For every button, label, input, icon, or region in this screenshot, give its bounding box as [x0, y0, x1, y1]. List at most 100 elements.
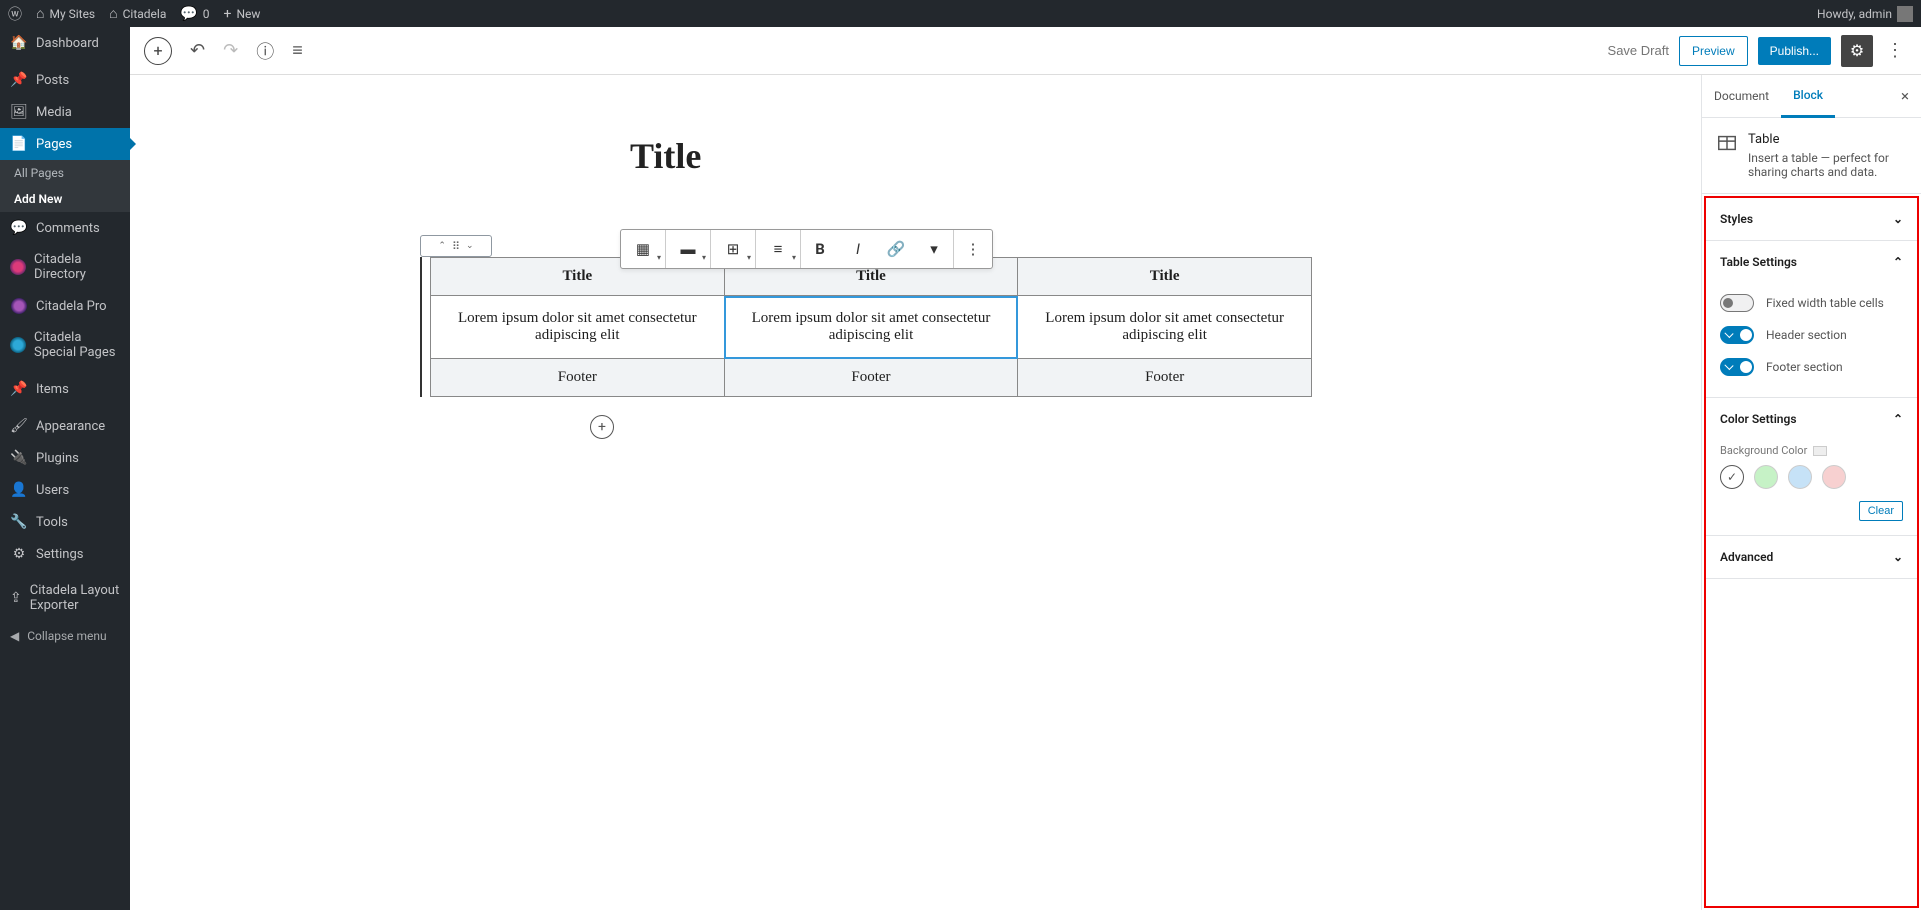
sidebar-item-comments[interactable]: 💬Comments — [0, 212, 130, 244]
new-link[interactable]: +New — [224, 6, 261, 22]
sidebar-item-tools[interactable]: 🔧Tools — [0, 506, 130, 538]
close-icon: × — [1901, 87, 1909, 105]
sidebar-item-settings[interactable]: ⚙Settings — [0, 538, 130, 570]
edit-table-button[interactable]: ⊞▾ — [711, 230, 755, 268]
clear-color-button[interactable]: Clear — [1859, 501, 1903, 521]
settings-tabs: Document Block × — [1702, 75, 1921, 118]
table-footer-cell[interactable]: Footer — [1018, 359, 1312, 397]
tab-block[interactable]: Block — [1781, 75, 1835, 118]
block-mover-toolbar[interactable]: ⌃ ⠿ ⌄ — [420, 235, 492, 257]
table-settings-section-header[interactable]: Table Settings⌃ — [1706, 241, 1917, 283]
italic-button[interactable]: I — [839, 230, 877, 268]
align-button[interactable]: ▬▾ — [666, 230, 710, 268]
save-draft-button[interactable]: Save Draft — [1608, 43, 1669, 58]
publish-button[interactable]: Publish... — [1758, 37, 1831, 65]
table-cell[interactable]: Lorem ipsum dolor sit amet consectetur a… — [431, 296, 725, 359]
outline-button[interactable]: ≡ — [292, 40, 303, 61]
admin-sidebar: 🏠Dashboard 📌Posts 🖼Media 📄Pages All Page… — [0, 27, 130, 910]
footer-section-toggle[interactable] — [1720, 358, 1754, 376]
sidebar-item-plugins[interactable]: 🔌Plugins — [0, 442, 130, 474]
wordpress-icon: ⓦ — [8, 4, 22, 24]
redo-button[interactable]: ↷ — [223, 40, 238, 61]
users-icon: 👤 — [10, 482, 28, 498]
sidebar-item-users[interactable]: 👤Users — [0, 474, 130, 506]
collapse-menu[interactable]: ◀Collapse menu — [0, 621, 130, 651]
sidebar-item-media[interactable]: 🖼Media — [0, 96, 130, 128]
editor-canvas[interactable]: Title ⌃ ⠿ ⌄ ▦▾ ▬▾ — [130, 75, 1701, 910]
advanced-section-header[interactable]: Advanced⌄ — [1706, 536, 1917, 578]
header-section-toggle[interactable] — [1720, 326, 1754, 344]
export-icon: ⇪ — [10, 590, 22, 606]
color-swatch-blue[interactable] — [1788, 465, 1812, 489]
sidebar-item-citadela-layout[interactable]: ⇪ Citadela Layout Exporter — [0, 575, 130, 621]
table-header-cell[interactable]: Title — [1018, 258, 1312, 296]
section-title: Table Settings — [1720, 255, 1797, 269]
sidebar-item-citadela-special[interactable]: Citadela Special Pages — [0, 322, 130, 368]
table-cell[interactable]: Lorem ipsum dolor sit amet consectetur a… — [1018, 296, 1312, 359]
more-rich-text-button[interactable]: ▾ — [915, 230, 953, 268]
sub-all-pages[interactable]: All Pages — [0, 160, 130, 186]
fixed-width-toggle[interactable] — [1720, 294, 1754, 312]
color-swatch-green[interactable] — [1754, 465, 1778, 489]
pages-submenu: All Pages Add New — [0, 160, 130, 212]
sidebar-item-appearance[interactable]: 🖌Appearance — [0, 410, 130, 442]
add-block-button[interactable]: + — [144, 37, 172, 65]
link-button[interactable]: 🔗 — [877, 230, 915, 268]
sidebar-item-citadela-pro[interactable]: Citadela Pro — [0, 290, 130, 322]
page-title[interactable]: Title — [630, 135, 1312, 177]
chevron-down-icon: ⌄ — [466, 241, 474, 251]
table-cell[interactable]: Lorem ipsum dolor sit amet consectetur a… — [724, 296, 1018, 359]
plus-icon: + — [598, 419, 606, 435]
my-sites-link[interactable]: ⌂My Sites — [36, 5, 95, 22]
bold-button[interactable]: B — [801, 230, 839, 268]
howdy-label: Howdy, admin — [1817, 7, 1892, 21]
comments-link[interactable]: 💬0 — [180, 6, 209, 22]
sidebar-item-posts[interactable]: 📌Posts — [0, 64, 130, 96]
tab-document[interactable]: Document — [1702, 76, 1781, 116]
sub-add-new[interactable]: Add New — [0, 186, 130, 212]
collapse-label: Collapse menu — [27, 629, 106, 643]
wrench-icon: 🔧 — [10, 514, 28, 530]
settings-button[interactable]: ⚙ — [1841, 35, 1873, 67]
site-name-link[interactable]: ⌂Citadela — [109, 5, 166, 22]
drag-handle-icon: ⠿ — [452, 240, 460, 253]
sidebar-item-items[interactable]: 📌Items — [0, 373, 130, 405]
sidebar-label: Items — [36, 382, 69, 397]
account-link[interactable]: Howdy, admin — [1817, 6, 1913, 22]
sidebar-item-dashboard[interactable]: 🏠Dashboard — [0, 27, 130, 59]
highlighted-settings: Styles⌄ Table Settings⌃ Fixed width tabl… — [1704, 196, 1919, 908]
avatar — [1897, 6, 1913, 22]
italic-icon: I — [856, 240, 860, 258]
info-button[interactable]: ⓘ — [256, 38, 274, 64]
sidebar-label: Appearance — [36, 419, 105, 434]
sidebar-label: Plugins — [36, 451, 79, 466]
content-table[interactable]: Title Title Title Lorem ipsum dolor sit … — [430, 257, 1312, 397]
add-block-below-button[interactable]: + — [590, 415, 614, 439]
change-block-type-button[interactable]: ▦▾ — [621, 230, 665, 268]
color-swatch-pink[interactable] — [1822, 465, 1846, 489]
more-options-button[interactable]: ⋮ — [1883, 40, 1907, 61]
my-sites-label: My Sites — [49, 7, 95, 21]
wp-logo[interactable]: ⓦ — [8, 4, 22, 24]
media-icon: 🖼 — [10, 104, 28, 120]
color-settings-section-header[interactable]: Color Settings⌃ — [1706, 398, 1917, 440]
table-footer-cell[interactable]: Footer — [431, 359, 725, 397]
text-align-button[interactable]: ≡▾ — [756, 230, 800, 268]
chevron-up-icon: ⌃ — [438, 241, 446, 251]
sidebar-item-pages[interactable]: 📄Pages — [0, 128, 130, 160]
sidebar-label: Citadela Layout Exporter — [30, 583, 120, 613]
citadela-icon — [10, 259, 26, 275]
color-swatch-white[interactable] — [1720, 465, 1744, 489]
table-footer-cell[interactable]: Footer — [724, 359, 1018, 397]
close-settings-button[interactable]: × — [1889, 87, 1921, 105]
sidebar-item-citadela-directory[interactable]: Citadela Directory — [0, 244, 130, 290]
toggle-label: Header section — [1766, 328, 1847, 342]
citadela-icon — [10, 337, 26, 353]
styles-section-header[interactable]: Styles⌄ — [1706, 198, 1917, 240]
preview-button[interactable]: Preview — [1679, 36, 1748, 66]
chevron-down-icon: ▾ — [930, 240, 938, 258]
settings-panel: Document Block × Table Insert a table — … — [1701, 75, 1921, 910]
block-more-options[interactable]: ⋮ — [954, 230, 992, 268]
undo-button[interactable]: ↶ — [190, 40, 205, 61]
admin-bar: ⓦ ⌂My Sites ⌂Citadela 💬0 +New Howdy, adm… — [0, 0, 1921, 27]
